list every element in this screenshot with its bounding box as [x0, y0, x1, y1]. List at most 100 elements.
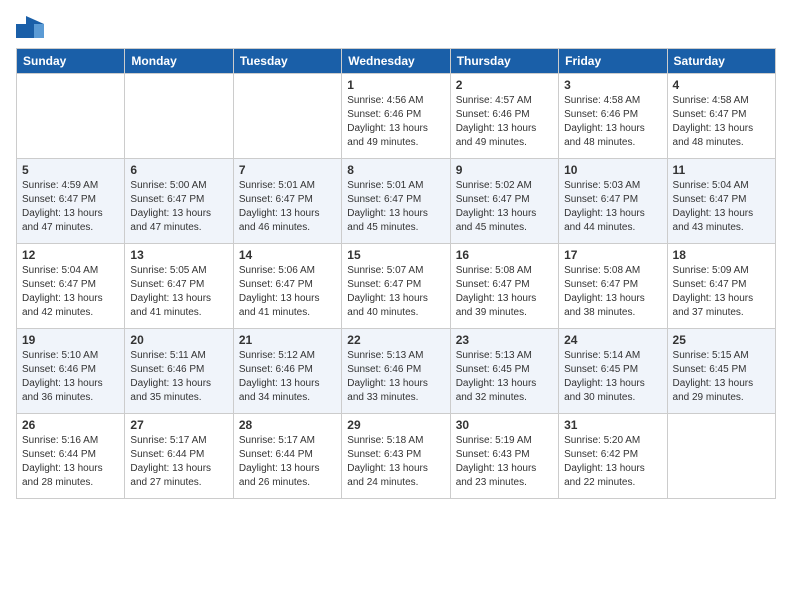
col-header-saturday: Saturday — [667, 49, 775, 74]
week-row-4: 19 Sunrise: 5:10 AM Sunset: 6:46 PM Dayli… — [17, 329, 776, 414]
week-row-1: 1 Sunrise: 4:56 AM Sunset: 6:46 PM Daylig… — [17, 74, 776, 159]
day-detail: Sunrise: 5:07 AM Sunset: 6:47 PM Dayligh… — [347, 264, 444, 320]
day-cell: 26 Sunrise: 5:16 AM Sunset: 6:44 PM Dayli… — [17, 414, 125, 499]
day-number: 14 — [239, 248, 336, 262]
day-cell — [233, 74, 341, 159]
day-detail: Sunrise: 4:56 AM Sunset: 6:46 PM Dayligh… — [347, 94, 444, 150]
day-number: 23 — [456, 333, 553, 347]
day-cell: 23 Sunrise: 5:13 AM Sunset: 6:45 PM Dayli… — [450, 329, 558, 414]
day-cell: 6 Sunrise: 5:00 AM Sunset: 6:47 PM Daylig… — [125, 159, 233, 244]
day-number: 30 — [456, 418, 553, 432]
day-cell — [667, 414, 775, 499]
day-detail: Sunrise: 5:14 AM Sunset: 6:45 PM Dayligh… — [564, 349, 661, 405]
day-cell: 30 Sunrise: 5:19 AM Sunset: 6:43 PM Dayli… — [450, 414, 558, 499]
col-header-monday: Monday — [125, 49, 233, 74]
day-detail: Sunrise: 5:16 AM Sunset: 6:44 PM Dayligh… — [22, 434, 119, 490]
day-number: 4 — [673, 78, 770, 92]
day-detail: Sunrise: 5:02 AM Sunset: 6:47 PM Dayligh… — [456, 179, 553, 235]
day-number: 3 — [564, 78, 661, 92]
col-header-tuesday: Tuesday — [233, 49, 341, 74]
day-cell: 4Sunrise: 4:58 AM Sunset: 6:47 PM Daylig… — [667, 74, 775, 159]
day-cell: 9Sunrise: 5:02 AM Sunset: 6:47 PM Daylig… — [450, 159, 558, 244]
day-detail: Sunrise: 5:03 AM Sunset: 6:47 PM Dayligh… — [564, 179, 661, 235]
day-cell: 20 Sunrise: 5:11 AM Sunset: 6:46 PM Dayli… — [125, 329, 233, 414]
day-number: 26 — [22, 418, 119, 432]
day-detail: Sunrise: 5:09 AM Sunset: 6:47 PM Dayligh… — [673, 264, 770, 320]
col-header-friday: Friday — [559, 49, 667, 74]
page-header — [16, 16, 776, 38]
day-cell: 16Sunrise: 5:08 AM Sunset: 6:47 PM Dayli… — [450, 244, 558, 329]
day-detail: Sunrise: 4:59 AM Sunset: 6:47 PM Dayligh… — [22, 179, 119, 235]
week-row-2: 5 Sunrise: 4:59 AM Sunset: 6:47 PM Daylig… — [17, 159, 776, 244]
day-detail: Sunrise: 5:17 AM Sunset: 6:44 PM Dayligh… — [130, 434, 227, 490]
day-number: 22 — [347, 333, 444, 347]
calendar-table: SundayMondayTuesdayWednesdayThursdayFrid… — [16, 48, 776, 499]
day-detail: Sunrise: 5:13 AM Sunset: 6:46 PM Dayligh… — [347, 349, 444, 405]
day-number: 27 — [130, 418, 227, 432]
week-row-3: 12Sunrise: 5:04 AM Sunset: 6:47 PM Dayli… — [17, 244, 776, 329]
day-number: 16 — [456, 248, 553, 262]
day-cell: 25Sunrise: 5:15 AM Sunset: 6:45 PM Dayli… — [667, 329, 775, 414]
day-cell: 5 Sunrise: 4:59 AM Sunset: 6:47 PM Daylig… — [17, 159, 125, 244]
day-detail: Sunrise: 5:01 AM Sunset: 6:47 PM Dayligh… — [239, 179, 336, 235]
day-number: 5 — [22, 163, 119, 177]
day-number: 1 — [347, 78, 444, 92]
col-header-wednesday: Wednesday — [342, 49, 450, 74]
day-cell: 11Sunrise: 5:04 AM Sunset: 6:47 PM Dayli… — [667, 159, 775, 244]
day-cell: 22 Sunrise: 5:13 AM Sunset: 6:46 PM Dayli… — [342, 329, 450, 414]
day-cell: 18 Sunrise: 5:09 AM Sunset: 6:47 PM Dayli… — [667, 244, 775, 329]
day-detail: Sunrise: 5:20 AM Sunset: 6:42 PM Dayligh… — [564, 434, 661, 490]
col-header-sunday: Sunday — [17, 49, 125, 74]
day-cell: 19 Sunrise: 5:10 AM Sunset: 6:46 PM Dayli… — [17, 329, 125, 414]
day-number: 15 — [347, 248, 444, 262]
day-cell: 14 Sunrise: 5:06 AM Sunset: 6:47 PM Dayli… — [233, 244, 341, 329]
day-number: 12 — [22, 248, 119, 262]
day-cell: 13Sunrise: 5:05 AM Sunset: 6:47 PM Dayli… — [125, 244, 233, 329]
col-header-thursday: Thursday — [450, 49, 558, 74]
day-cell — [125, 74, 233, 159]
day-number: 21 — [239, 333, 336, 347]
day-cell: 24 Sunrise: 5:14 AM Sunset: 6:45 PM Dayli… — [559, 329, 667, 414]
day-cell: 15 Sunrise: 5:07 AM Sunset: 6:47 PM Dayli… — [342, 244, 450, 329]
day-number: 10 — [564, 163, 661, 177]
day-detail: Sunrise: 5:10 AM Sunset: 6:46 PM Dayligh… — [22, 349, 119, 405]
logo-icon — [16, 16, 44, 38]
day-detail: Sunrise: 4:57 AM Sunset: 6:46 PM Dayligh… — [456, 94, 553, 150]
day-cell: 21 Sunrise: 5:12 AM Sunset: 6:46 PM Dayli… — [233, 329, 341, 414]
week-row-5: 26 Sunrise: 5:16 AM Sunset: 6:44 PM Dayli… — [17, 414, 776, 499]
logo — [16, 16, 48, 38]
day-cell: 27 Sunrise: 5:17 AM Sunset: 6:44 PM Dayli… — [125, 414, 233, 499]
day-detail: Sunrise: 4:58 AM Sunset: 6:46 PM Dayligh… — [564, 94, 661, 150]
day-number: 29 — [347, 418, 444, 432]
day-cell: 12Sunrise: 5:04 AM Sunset: 6:47 PM Dayli… — [17, 244, 125, 329]
day-detail: Sunrise: 5:08 AM Sunset: 6:47 PM Dayligh… — [564, 264, 661, 320]
day-detail: Sunrise: 5:05 AM Sunset: 6:47 PM Dayligh… — [130, 264, 227, 320]
day-cell: 29Sunrise: 5:18 AM Sunset: 6:43 PM Dayli… — [342, 414, 450, 499]
day-number: 19 — [22, 333, 119, 347]
day-number: 6 — [130, 163, 227, 177]
day-detail: Sunrise: 5:19 AM Sunset: 6:43 PM Dayligh… — [456, 434, 553, 490]
day-detail: Sunrise: 5:12 AM Sunset: 6:46 PM Dayligh… — [239, 349, 336, 405]
day-detail: Sunrise: 5:11 AM Sunset: 6:46 PM Dayligh… — [130, 349, 227, 405]
day-number: 18 — [673, 248, 770, 262]
day-cell: 10 Sunrise: 5:03 AM Sunset: 6:47 PM Dayli… — [559, 159, 667, 244]
day-detail: Sunrise: 5:06 AM Sunset: 6:47 PM Dayligh… — [239, 264, 336, 320]
day-detail: Sunrise: 5:13 AM Sunset: 6:45 PM Dayligh… — [456, 349, 553, 405]
day-number: 31 — [564, 418, 661, 432]
day-cell: 3 Sunrise: 4:58 AM Sunset: 6:46 PM Daylig… — [559, 74, 667, 159]
day-cell: 17 Sunrise: 5:08 AM Sunset: 6:47 PM Dayli… — [559, 244, 667, 329]
day-number: 28 — [239, 418, 336, 432]
day-number: 2 — [456, 78, 553, 92]
day-cell: 7 Sunrise: 5:01 AM Sunset: 6:47 PM Daylig… — [233, 159, 341, 244]
header-row: SundayMondayTuesdayWednesdayThursdayFrid… — [17, 49, 776, 74]
day-number: 7 — [239, 163, 336, 177]
day-cell: 8Sunrise: 5:01 AM Sunset: 6:47 PM Daylig… — [342, 159, 450, 244]
day-number: 24 — [564, 333, 661, 347]
day-number: 17 — [564, 248, 661, 262]
day-detail: Sunrise: 5:04 AM Sunset: 6:47 PM Dayligh… — [673, 179, 770, 235]
day-detail: Sunrise: 5:17 AM Sunset: 6:44 PM Dayligh… — [239, 434, 336, 490]
day-number: 20 — [130, 333, 227, 347]
day-cell: 31 Sunrise: 5:20 AM Sunset: 6:42 PM Dayli… — [559, 414, 667, 499]
day-detail: Sunrise: 5:00 AM Sunset: 6:47 PM Dayligh… — [130, 179, 227, 235]
day-cell — [17, 74, 125, 159]
